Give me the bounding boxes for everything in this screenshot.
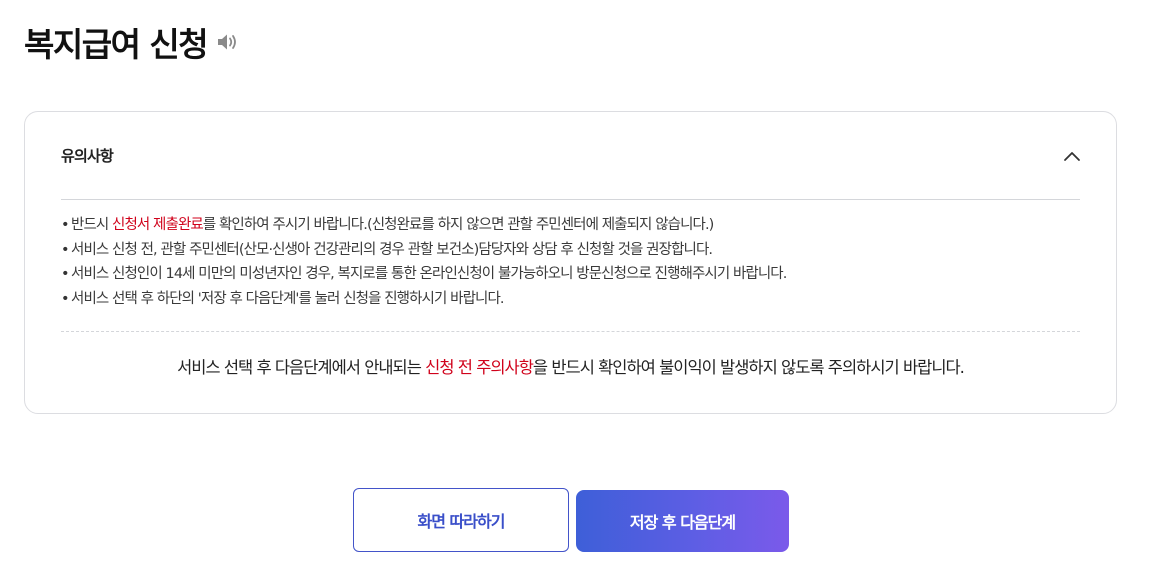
notice-item-text: 서비스 선택 후 하단의 '저장 후 다음단계'를 눌러 신청을 진행하시기 바… [71,290,505,307]
follow-screen-button[interactable]: 화면 따라하기 [353,488,569,552]
notice-footer-highlight: 신청 전 주의사항 [425,358,534,377]
notice-footer: 서비스 선택 후 다음단계에서 안내되는 신청 전 주의사항을 반드시 확인하여… [25,354,1116,378]
bullet: • [61,290,70,307]
notice-item-text: 반드시 [71,217,113,233]
bullet: • [61,241,70,258]
notice-item: • 서비스 신청인이 14세 미만의 미성년자인 경우, 복지로를 통한 온라인신… [61,262,1080,287]
speaker-icon[interactable] [215,29,241,55]
notice-item: • 서비스 신청 전, 관할 주민센터(산모·신생아 건강관리의 경우 관할 보건… [61,238,1080,263]
notice-item-text: 서비스 신청 전, 관할 주민센터(산모·신생아 건강관리의 경우 관할 보건소… [71,241,713,258]
notice-footer-text: 을 반드시 확인하여 불이익이 발생하지 않도록 주의하시기 바랍니다. [532,358,965,377]
notice-list: • 반드시 신청서 제출완료를 확인하여 주시기 바랍니다.(신청완료를 하지 않… [61,213,1080,311]
page-header: 복지급여 신청 [24,18,241,66]
chevron-up-icon[interactable] [1060,144,1084,168]
notice-item-text: 를 확인하여 주시기 바랍니다.(신청완료를 하지 않으면 관할 주민센터에 제… [202,217,714,233]
notice-title: 유의사항 [61,147,114,165]
notice-header[interactable]: 유의사항 [61,112,1080,200]
divider [61,331,1080,332]
notice-item: • 서비스 선택 후 하단의 '저장 후 다음단계'를 눌러 신청을 진행하시기 … [61,287,1080,312]
notice-item-text: 서비스 신청인이 14세 미만의 미성년자인 경우, 복지로를 통한 온라인신청… [71,266,787,282]
notice-footer-text: 서비스 선택 후 다음단계에서 안내되는 [177,358,426,377]
notice-item: • 반드시 신청서 제출완료를 확인하여 주시기 바랍니다.(신청완료를 하지 않… [61,213,1080,238]
notice-panel: 유의사항 • 반드시 신청서 제출완료를 확인하여 주시기 바랍니다.(신청완료를… [24,111,1117,414]
bullet: • [61,217,70,233]
notice-item-highlight: 신청서 제출완료 [112,217,204,233]
bullet: • [61,266,70,282]
save-next-button[interactable]: 저장 후 다음단계 [576,490,789,552]
page-title: 복지급여 신청 [24,25,209,64]
